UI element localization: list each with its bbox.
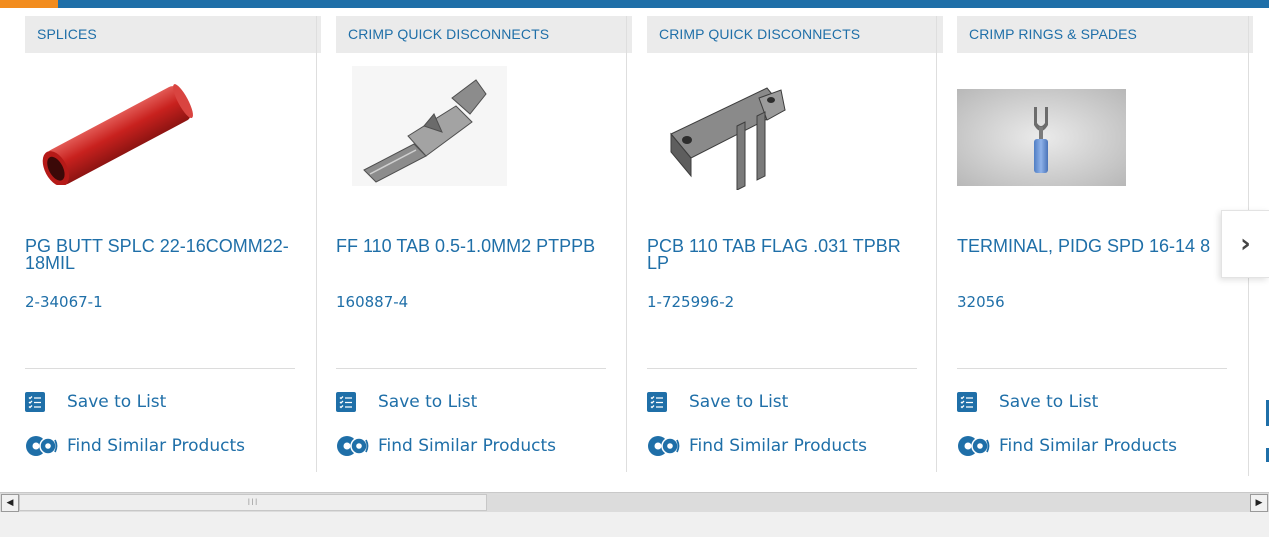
scroll-right-arrow[interactable]: ▶ — [1250, 494, 1268, 512]
top-accent-bar — [0, 0, 1269, 8]
product-card: CRIMP QUICK DISCONNECTS FF 110 TAB 0.5-1… — [336, 16, 632, 468]
find-similar-button[interactable]: Find Similar Products — [647, 434, 867, 458]
card-separator — [647, 368, 917, 369]
scrollbar-thumb[interactable]: III — [19, 494, 487, 511]
checklist-icon — [336, 392, 356, 412]
category-label[interactable]: CRIMP QUICK DISCONNECTS — [647, 16, 943, 53]
carousel-next-button[interactable]: › — [1221, 210, 1269, 278]
gears-icon — [24, 433, 58, 459]
product-card: CRIMP QUICK DISCONNECTS PCB 110 TAB FLAG… — [647, 16, 943, 468]
gears-icon — [335, 433, 369, 459]
card-separator — [957, 368, 1227, 369]
scroll-left-arrow[interactable]: ◀ — [1, 494, 19, 512]
horizontal-scrollbar[interactable]: ◀ III ▶ — [0, 492, 1269, 512]
save-to-list-button[interactable]: Save to List — [25, 390, 166, 414]
card-separator — [336, 368, 606, 369]
gears-icon — [956, 433, 990, 459]
part-number-link[interactable]: 2-34067-1 — [25, 293, 103, 311]
checklist-icon — [25, 392, 45, 412]
find-similar-button[interactable]: Find Similar Products — [957, 434, 1177, 458]
save-to-list-button[interactable]: Save to List — [336, 390, 477, 414]
similar-label: Find Similar Products — [999, 436, 1177, 456]
product-image[interactable] — [957, 89, 1126, 190]
part-number-link[interactable]: 32056 — [957, 293, 1005, 311]
product-title-link[interactable]: PG BUTT SPLC 22-16COMM22-18MIL — [25, 237, 295, 272]
page-footer-area — [0, 512, 1269, 537]
find-similar-button[interactable]: Find Similar Products — [336, 434, 556, 458]
save-to-list-button[interactable]: Save to List — [957, 390, 1098, 414]
checklist-icon — [957, 392, 977, 412]
card-separator — [25, 368, 295, 369]
active-tab-indicator — [0, 0, 58, 8]
chevron-right-icon: › — [1240, 229, 1251, 259]
product-image[interactable] — [663, 80, 818, 194]
similar-label: Find Similar Products — [67, 436, 245, 456]
card-divider — [316, 16, 317, 472]
product-carousel: SPLICES PG BUTT SPLC 22-16COMM22-18MIL 2… — [0, 8, 1269, 476]
product-card: CRIMP RINGS & SPADES TERMINAL, PIDG SPD … — [957, 16, 1253, 468]
product-image[interactable] — [33, 80, 198, 189]
category-label[interactable]: SPLICES — [25, 16, 321, 53]
part-number-link[interactable]: 1-725996-2 — [647, 293, 734, 311]
find-similar-button[interactable]: Find Similar Products — [25, 434, 245, 458]
save-label: Save to List — [689, 392, 789, 412]
checklist-icon — [647, 392, 667, 412]
save-label: Save to List — [67, 392, 167, 412]
similar-label: Find Similar Products — [689, 436, 867, 456]
part-number-link[interactable]: 160887-4 — [336, 293, 408, 311]
save-label: Save to List — [378, 392, 478, 412]
product-title-link[interactable]: PCB 110 TAB FLAG .031 TPBR LP — [647, 237, 917, 272]
product-title-link[interactable]: TERMINAL, PIDG SPD 16-14 8 — [957, 237, 1227, 255]
category-label[interactable]: CRIMP QUICK DISCONNECTS — [336, 16, 632, 53]
save-label: Save to List — [999, 392, 1099, 412]
product-image[interactable] — [352, 66, 507, 190]
card-divider — [626, 16, 627, 472]
save-to-list-button[interactable]: Save to List — [647, 390, 788, 414]
category-label[interactable]: CRIMP RINGS & SPADES — [957, 16, 1253, 53]
card-divider — [936, 16, 937, 472]
product-card: SPLICES PG BUTT SPLC 22-16COMM22-18MIL 2… — [25, 16, 321, 468]
product-title-link[interactable]: FF 110 TAB 0.5-1.0MM2 PTPPB — [336, 237, 606, 255]
similar-label: Find Similar Products — [378, 436, 556, 456]
gears-icon — [646, 433, 680, 459]
